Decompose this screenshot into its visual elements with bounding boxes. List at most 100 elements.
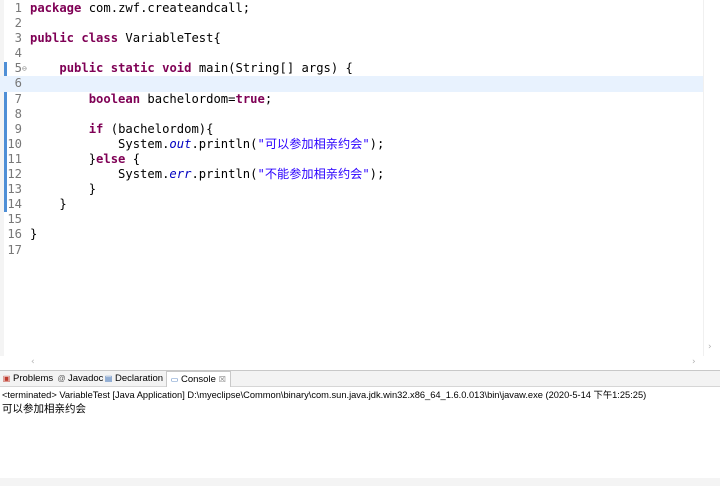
scroll-down-icon[interactable]: › bbox=[708, 342, 712, 352]
tab-javadoc[interactable]: @ Javadoc bbox=[57, 371, 103, 386]
code-token: com.zwf.createandcall; bbox=[88, 1, 251, 15]
code-line[interactable]: 12 System.err.println("不能参加相亲约会"); bbox=[0, 167, 704, 182]
code-line[interactable]: 15 bbox=[0, 212, 704, 227]
code-text: System.out.println("可以参加相亲约会"); bbox=[30, 137, 384, 152]
code-text: } bbox=[30, 182, 96, 197]
scroll-right-icon[interactable]: › bbox=[692, 357, 696, 367]
line-number: 4 bbox=[14, 46, 22, 61]
line-number: 3 bbox=[14, 31, 22, 46]
line-number: 6 bbox=[14, 76, 22, 91]
keyword-token: boolean bbox=[88, 91, 141, 106]
line-number: 10 bbox=[7, 136, 22, 151]
scroll-left-icon[interactable]: ‹ bbox=[31, 357, 35, 367]
keyword-token: true bbox=[235, 91, 265, 106]
code-line[interactable]: 17 bbox=[0, 243, 704, 258]
close-icon[interactable]: ☒ bbox=[218, 375, 227, 384]
code-line[interactable]: 8 bbox=[0, 107, 704, 122]
code-token: .println( bbox=[191, 136, 258, 151]
tab-problems[interactable]: ▣ Problems bbox=[2, 371, 53, 386]
horizontal-scrollbar[interactable]: ‹ › bbox=[28, 356, 704, 370]
vertical-scrollbar[interactable]: › bbox=[703, 0, 720, 356]
tab-console[interactable]: ▭ Console ☒ bbox=[166, 371, 231, 387]
console-output[interactable]: 可以参加相亲约会 bbox=[2, 401, 86, 416]
code-token: } bbox=[30, 227, 38, 242]
tab-declaration[interactable]: ▤ Declaration bbox=[104, 371, 163, 386]
code-line[interactable]: 3 public class VariableTest{ bbox=[0, 31, 704, 46]
problems-icon: ▣ bbox=[2, 374, 11, 383]
code-text: public static void main(String[] args) { bbox=[30, 61, 353, 76]
line-number: 5 bbox=[14, 61, 22, 76]
line-number: 15 bbox=[7, 212, 22, 227]
code-editor[interactable]: 1 package com.zwf.createandcall; 2 3 public … bbox=[0, 0, 720, 370]
code-text: }else { bbox=[30, 152, 140, 167]
code-line[interactable]: 6 bbox=[0, 76, 704, 92]
code-line[interactable]: 1 package com.zwf.createandcall; bbox=[0, 1, 704, 16]
code-line[interactable]: 10 System.out.println("可以参加相亲约会"); bbox=[0, 137, 704, 152]
keyword-token: public bbox=[59, 61, 104, 76]
code-line[interactable]: 11 }else { bbox=[0, 152, 704, 167]
keyword-token: else bbox=[96, 151, 126, 166]
line-number: 14 bbox=[7, 197, 22, 212]
tab-problems-label: Problems bbox=[13, 373, 54, 384]
code-token: System. bbox=[30, 136, 170, 151]
code-line[interactable]: 16} bbox=[0, 227, 704, 242]
code-text: public class VariableTest{ bbox=[30, 31, 221, 46]
keyword-token: package bbox=[30, 1, 82, 15]
keyword-token: if bbox=[88, 121, 104, 136]
code-token: ); bbox=[369, 136, 385, 151]
code-token: main(String[] args) { bbox=[198, 61, 353, 76]
keyword-token: public bbox=[30, 31, 75, 46]
bottom-panel-tabs: ▣ Problems @ Javadoc ▤ Declaration ▭ Con… bbox=[0, 371, 720, 387]
code-line[interactable]: 5 ⊖ public static void main(String[] args… bbox=[0, 61, 704, 76]
tab-console-label: Console bbox=[181, 374, 216, 385]
console-icon: ▭ bbox=[170, 375, 179, 384]
code-token: ; bbox=[264, 91, 273, 106]
line-number: 13 bbox=[7, 182, 22, 197]
code-token: } bbox=[30, 182, 97, 197]
line-number: 12 bbox=[7, 167, 22, 182]
code-token: (bachelordom){ bbox=[110, 121, 214, 136]
code-line[interactable]: 7 boolean bachelordom=true; bbox=[0, 92, 704, 107]
code-line[interactable]: 13 } bbox=[0, 182, 704, 197]
code-token: .println( bbox=[191, 167, 258, 182]
code-line[interactable]: 2 bbox=[0, 16, 704, 31]
line-number: 9 bbox=[14, 121, 22, 136]
code-lines[interactable]: 1 package com.zwf.createandcall; 2 3 public … bbox=[0, 1, 704, 258]
console-scrollbar[interactable] bbox=[0, 478, 720, 486]
code-text: package com.zwf.createandcall; bbox=[30, 1, 250, 16]
code-text: } bbox=[30, 197, 67, 212]
string-token: "可以参加相亲约会" bbox=[257, 136, 370, 151]
code-line[interactable]: 9 if (bachelordom){ bbox=[0, 122, 704, 137]
code-token: } bbox=[30, 151, 97, 166]
keyword-token: static bbox=[110, 61, 155, 76]
tab-javadoc-label: Javadoc bbox=[68, 373, 104, 384]
code-token: bachelordom= bbox=[147, 91, 236, 106]
keyword-token: class bbox=[81, 31, 119, 46]
javadoc-icon: @ bbox=[57, 374, 66, 383]
code-line[interactable]: 4 bbox=[0, 46, 704, 61]
code-token: ); bbox=[369, 167, 385, 182]
declaration-icon: ▤ bbox=[104, 374, 113, 383]
line-number: 1 bbox=[14, 1, 22, 15]
line-number: 8 bbox=[14, 106, 22, 121]
code-text: System.err.println("不能参加相亲约会"); bbox=[30, 167, 384, 182]
line-number: 7 bbox=[14, 91, 22, 106]
line-number: 16 bbox=[7, 227, 22, 242]
code-text: if (bachelordom){ bbox=[30, 121, 214, 137]
code-text: } bbox=[30, 227, 37, 242]
code-token: } bbox=[30, 197, 67, 212]
code-token: System. bbox=[30, 167, 170, 182]
console-status: <terminated> VariableTest [Java Applicat… bbox=[2, 390, 647, 400]
field-token: out bbox=[169, 136, 192, 151]
tab-declaration-label: Declaration bbox=[115, 373, 164, 384]
line-number: 11 bbox=[7, 151, 22, 166]
code-line[interactable]: 14 } bbox=[0, 197, 704, 212]
line-number: 17 bbox=[7, 242, 22, 257]
string-token: "不能参加相亲约会" bbox=[257, 167, 370, 182]
code-token: VariableTest{ bbox=[125, 31, 221, 46]
code-text: boolean bachelordom=true; bbox=[30, 92, 272, 107]
fold-toggle-icon[interactable]: ⊖ bbox=[22, 61, 27, 76]
